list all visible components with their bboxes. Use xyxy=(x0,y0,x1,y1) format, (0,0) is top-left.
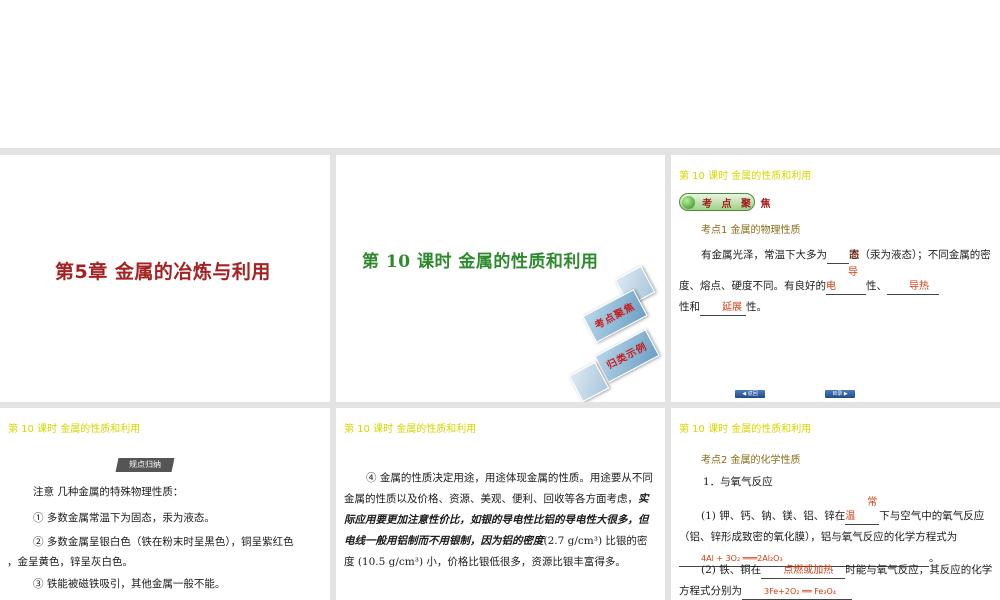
answer-fe-equation: 3Fe+2O₂ ══ Fe₃O₄ xyxy=(742,585,852,600)
oxygen-reaction-2: (2) 铁、铜在 点燃或加热 时能与氧气反应，其反应的化学方程式分别为 3Fe+2O₂… xyxy=(679,560,993,600)
green-ball-icon xyxy=(682,196,695,209)
slide-header: 第 10 课时 金属的性质和利用 xyxy=(679,171,812,182)
chapter-title: 第5章 金属的冶炼与利用 xyxy=(55,261,271,283)
answer-solid: 固 xyxy=(827,249,859,264)
slide-header: 第 10 课时 金属的性质和利用 xyxy=(679,424,812,435)
slide-lesson-title[interactable]: 第 10 课时 金属的性质和利用 考点聚焦 归类示例 xyxy=(336,155,665,402)
note-line: ① 多数金属常温下为固态，汞为液态。 xyxy=(33,512,215,524)
next-button[interactable]: 目录 ▶ xyxy=(825,390,855,398)
section-tiles: 考点聚焦 归类示例 xyxy=(568,265,665,402)
prev-button[interactable]: ◀ 返回 xyxy=(735,390,765,398)
focus-badge: 考 点 聚 焦 xyxy=(679,193,770,211)
uses-paragraph: ④ 金属的性质决定用途，用途体现金属的性质。用途要从不同金属的性质以及价格、资源… xyxy=(344,472,653,568)
slide-physical-properties[interactable]: 第 10 课时 金属的性质和利用 考 点 聚 焦 考点1 金属的物理性质 有金属… xyxy=(671,155,1000,402)
lesson-title: 第 10 课时 金属的性质和利用 xyxy=(362,252,599,272)
physical-properties-text: 有金属光泽，常温下大多为 固态（汞为液态）；不同金属的密度、熔点、硬度不同。有良好… xyxy=(679,245,993,318)
answer-ductility: 延展 xyxy=(700,301,746,316)
slide-header: 第 10 课时 金属的性质和利用 xyxy=(344,424,477,435)
oxygen-reaction-1: (1) 钾、钙、钠、镁、铝、锌在常温 下与空气中的氧气反应（铝、锌形成致密的氧化膜… xyxy=(679,496,993,569)
slide-chapter-title[interactable]: 第5章 金属的冶炼与利用 xyxy=(0,155,330,402)
note-line: ，金呈黄色，锌呈灰白色。 xyxy=(7,556,133,568)
answer-conductive: 导电 xyxy=(826,266,866,295)
slide-special-properties[interactable]: 第 10 课时 金属的性质和利用 规点归纳 注意 几种金属的特殊物理性质： ① … xyxy=(0,408,330,600)
summary-tag: 规点归纳 xyxy=(115,458,175,472)
slide-header: 第 10 课时 金属的性质和利用 xyxy=(8,424,141,435)
note-line: 注意 几种金属的特殊物理性质： xyxy=(33,486,184,498)
key-point-title: 考点2 金属的化学性质 xyxy=(701,455,801,466)
item-title: 1．与氧气反应 xyxy=(703,476,773,488)
answer-ignite-or-heat: 点燃或加热 xyxy=(761,564,846,579)
answer-room-temp: 常温 xyxy=(845,496,880,525)
answer-thermal: 导热 xyxy=(887,280,939,295)
note-line: ② 多数金属呈银白色（铁在粉末时呈黑色），铜呈紫红色 xyxy=(33,536,294,548)
slide-chemical-properties[interactable]: 第 10 课时 金属的性质和利用 考点2 金属的化学性质 1．与氧气反应 (1)… xyxy=(671,408,1000,600)
slide-uses[interactable]: 第 10 课时 金属的性质和利用 ④ 金属的性质决定用途，用途体现金属的性质。用… xyxy=(336,408,665,600)
note-line: ③ 铁能被磁铁吸引，其他金属一般不能。 xyxy=(33,578,226,590)
key-point-title: 考点1 金属的物理性质 xyxy=(701,225,801,236)
